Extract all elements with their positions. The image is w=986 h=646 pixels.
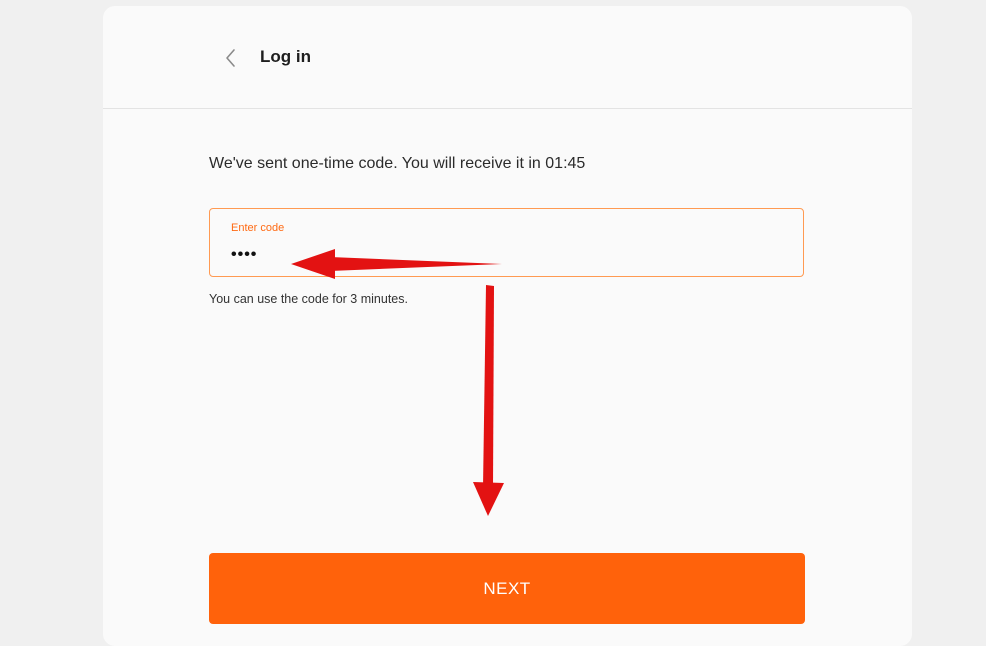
code-input[interactable]: •••• [231,246,257,264]
next-button[interactable]: NEXT [209,553,805,624]
page-title: Log in [260,47,311,66]
chevron-left-icon [226,49,235,67]
code-field[interactable]: Enter code •••• [209,208,804,277]
otp-message: We've sent one-time code. You will recei… [209,155,586,172]
back-button[interactable] [221,46,241,70]
login-card: Log in We've sent one-time code. You wil… [103,6,912,646]
code-helper-text: You can use the code for 3 minutes. [209,292,408,306]
code-field-label: Enter code [231,222,285,234]
card-header: Log in [103,6,912,109]
